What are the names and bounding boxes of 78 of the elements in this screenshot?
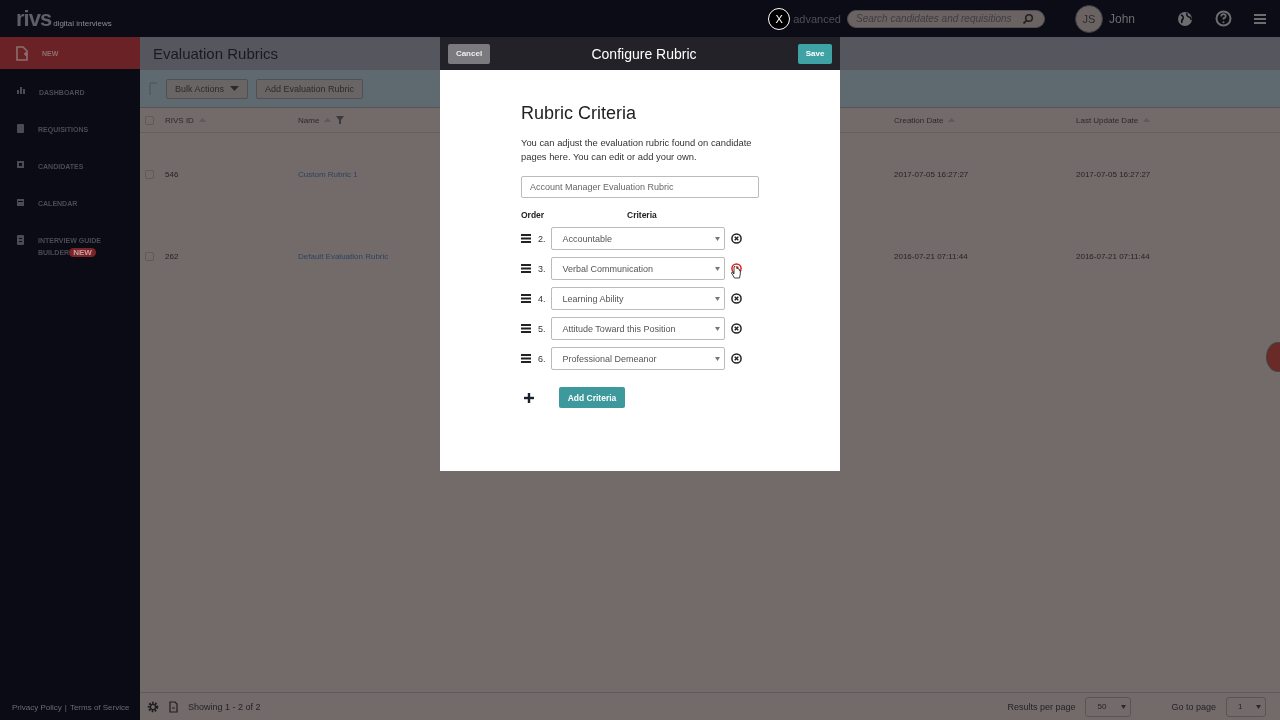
section-heading: Rubric Criteria (521, 103, 638, 124)
save-button[interactable]: Save (798, 43, 832, 64)
add-evaluation-rubric-button[interactable]: Add Evaluation Rubric (256, 78, 364, 99)
page-title: Evaluation Rubrics (153, 45, 279, 62)
footer-link[interactable]: Terms of Service (69, 703, 130, 712)
showing-count: Showing 1 - 2 of 2 (188, 701, 261, 712)
bulk-actions-dropdown[interactable]: Bulk Actions (166, 78, 249, 99)
criteria-dropdown[interactable]: Verbal Communication (550, 257, 725, 280)
criteria-header: Criteria (627, 210, 657, 220)
table-cell-text: 2017-07-05 16:27:27 (1076, 169, 1152, 179)
table-cell-text: 2016-07-21 07:11:44 (1076, 251, 1151, 261)
remove-icon[interactable] (730, 233, 742, 244)
advanced-search-link[interactable]: advanced (793, 12, 841, 25)
gear-icon[interactable] (147, 700, 159, 713)
plus-icon[interactable] (524, 392, 534, 403)
rubric-name-field[interactable]: Account Manager Evaluation Rubric (521, 176, 759, 198)
new-badge: NEW (69, 248, 96, 257)
caret-icon (1256, 704, 1261, 709)
caret-icon (714, 266, 720, 271)
order-number: 6. (538, 353, 546, 364)
column-header[interactable]: Last Update Date (1076, 115, 1139, 125)
bar-chart-icon (17, 87, 25, 94)
caret-icon (714, 326, 720, 331)
order-number: 4. (538, 293, 546, 304)
caret-icon (714, 296, 720, 301)
drag-handle-icon[interactable] (521, 234, 531, 243)
globe-icon[interactable] (1177, 10, 1193, 27)
drag-handle-icon[interactable] (521, 324, 531, 333)
menu-icon[interactable] (1254, 12, 1266, 25)
caret-icon (714, 356, 720, 361)
folder-icon (17, 124, 24, 133)
caret-icon (230, 86, 240, 91)
cancel-button[interactable]: Cancel (448, 43, 490, 64)
caret-icon (1121, 704, 1127, 709)
help-icon[interactable] (1215, 10, 1232, 27)
hand-cursor-icon (730, 266, 741, 279)
order-header: Order (521, 210, 546, 220)
remove-icon[interactable] (730, 323, 742, 334)
order-number: 5. (538, 323, 546, 334)
logo-wordmark: rivs (16, 8, 52, 29)
table-cell-text: 2016-07-21 07:11:44 (894, 251, 969, 261)
results-per-page-label: Results per page (1007, 701, 1076, 712)
footer-link[interactable]: Privacy Policy (12, 703, 62, 712)
link-separator: | (64, 703, 67, 712)
remove-icon[interactable] (730, 293, 742, 304)
user-avatar[interactable]: JS (1074, 4, 1103, 33)
id-card-icon (17, 161, 24, 168)
order-number: 2. (538, 233, 546, 244)
criteria-dropdown[interactable]: Learning Ability (550, 287, 725, 310)
go-to-page-label: Go to page (1171, 701, 1216, 712)
document-icon (17, 235, 24, 245)
criteria-dropdown[interactable]: Professional Demeanor (550, 347, 725, 370)
caret-icon (714, 236, 720, 241)
table-cell-text: 2017-07-05 16:27:27 (894, 169, 970, 179)
add-criteria-button[interactable]: Add Criteria (559, 387, 625, 408)
drag-handle-icon[interactable] (521, 264, 531, 273)
new-document-icon (16, 45, 28, 61)
description-text: You can adjust the evaluation rubric found on candidate pages here. You can edit or add your own. (521, 136, 753, 163)
column-header[interactable]: Name (298, 115, 320, 125)
order-number: 3. (538, 263, 546, 274)
table-cell-text: 546 (165, 169, 180, 179)
table-cell-text: 262 (165, 251, 180, 261)
drag-handle-icon[interactable] (521, 354, 531, 363)
close-button[interactable]: X (768, 7, 791, 30)
dialog-title: Configure Rubric (591, 45, 697, 62)
export-document-icon[interactable] (169, 700, 178, 713)
drag-handle-icon[interactable] (521, 294, 531, 303)
criteria-dropdown[interactable]: Accountable (550, 227, 725, 250)
filter-icon[interactable] (336, 116, 345, 124)
criteria-dropdown[interactable]: Attitude Toward this Position (550, 317, 725, 340)
search-icon (1021, 12, 1034, 25)
remove-icon[interactable] (730, 353, 742, 364)
logo-tagline: digital interviews (53, 18, 112, 29)
column-header[interactable]: Creation Date (894, 115, 944, 125)
calendar-icon (17, 198, 24, 206)
page-dropdown[interactable]: 1 (1226, 696, 1266, 717)
results-per-page-dropdown[interactable]: 50 (1085, 696, 1132, 717)
user-name[interactable]: John (1108, 11, 1135, 26)
